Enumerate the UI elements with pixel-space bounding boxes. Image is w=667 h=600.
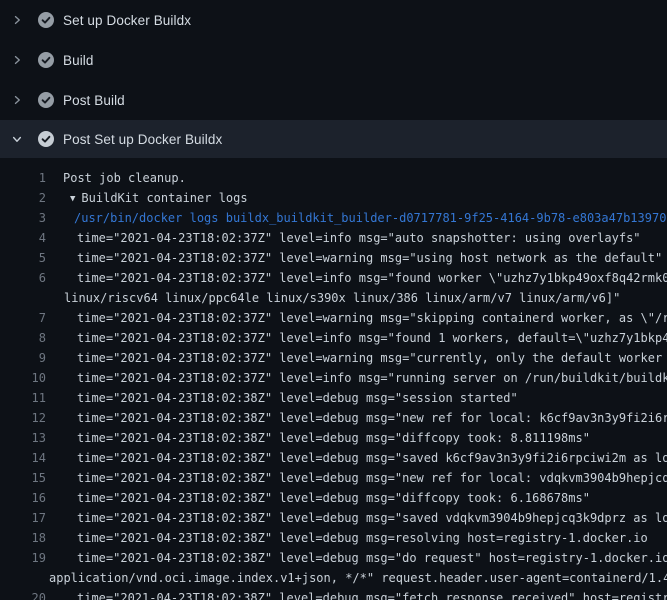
log-line-text: time="2021-04-23T18:02:37Z" level=warnin… [77, 308, 667, 328]
chevron-right-icon[interactable] [0, 40, 34, 80]
step-label: Set up Docker Buildx [63, 13, 191, 28]
check-circle-icon [38, 92, 54, 108]
check-circle-icon [38, 131, 54, 147]
log-line: 11 time="2021-04-23T18:02:38Z" level=debu… [0, 388, 667, 408]
chevron-right-icon[interactable] [0, 80, 34, 120]
chevron-down-icon[interactable] [0, 119, 34, 159]
log-line-number[interactable]: 18 [0, 528, 46, 548]
log-line-text: time="2021-04-23T18:02:37Z" level=info m… [77, 328, 667, 348]
log-line-number[interactable]: 8 [0, 328, 46, 348]
check-circle-icon [38, 52, 54, 68]
log-line-text: time="2021-04-23T18:02:38Z" level=debug … [77, 388, 518, 408]
step-label: Post Set up Docker Buildx [63, 132, 222, 147]
log-line-number[interactable]: 16 [0, 488, 46, 508]
group-expanded-caret-icon[interactable]: ▼ [70, 194, 75, 204]
log-line: 18 time="2021-04-23T18:02:38Z" level=debu… [0, 528, 667, 548]
log-line: 14 time="2021-04-23T18:02:38Z" level=debu… [0, 448, 667, 468]
step-label: Build [63, 53, 94, 68]
log-line: 16 time="2021-04-23T18:02:38Z" level=debu… [0, 488, 667, 508]
log-line-number[interactable]: 19 [0, 548, 46, 568]
log-line: 13 time="2021-04-23T18:02:38Z" level=debu… [0, 428, 667, 448]
log-line: linux/riscv64 linux/ppc64le linux/s390x … [0, 288, 667, 308]
log-line-text: application/vnd.oci.image.index.v1+json,… [49, 568, 667, 588]
log-line-number[interactable]: 13 [0, 428, 46, 448]
step-header-build[interactable]: Build [0, 40, 667, 80]
log-line-text: time="2021-04-23T18:02:37Z" level=warnin… [77, 348, 667, 368]
log-line-number[interactable]: 11 [0, 388, 46, 408]
log-line-number [0, 568, 46, 588]
log-line-number[interactable]: 20 [0, 588, 46, 600]
log-line-number[interactable]: 15 [0, 468, 46, 488]
log-line: 4 time="2021-04-23T18:02:37Z" level=info … [0, 228, 667, 248]
log-line-text: time="2021-04-23T18:02:38Z" level=debug … [77, 488, 590, 508]
log-line-number[interactable]: 14 [0, 448, 46, 468]
log-line-text: time="2021-04-23T18:02:38Z" level=debug … [77, 548, 667, 568]
log-line-text: time="2021-04-23T18:02:37Z" level=info m… [77, 228, 641, 248]
log-line: 8 time="2021-04-23T18:02:37Z" level=info … [0, 328, 667, 348]
log-line-text: time="2021-04-23T18:02:37Z" level=info m… [77, 268, 667, 288]
log-line: 7 time="2021-04-23T18:02:37Z" level=warni… [0, 308, 667, 328]
log-line: 17 time="2021-04-23T18:02:38Z" level=debu… [0, 508, 667, 528]
log-line: 2 ▼BuildKit container logs [0, 188, 667, 208]
log-line-text: linux/riscv64 linux/ppc64le linux/s390x … [64, 288, 620, 308]
log-line-number[interactable]: 9 [0, 348, 46, 368]
log-line: 20 time="2021-04-23T18:02:38Z" level=debu… [0, 588, 667, 600]
log-line: 5 time="2021-04-23T18:02:37Z" level=warni… [0, 248, 667, 268]
log-line: 10 time="2021-04-23T18:02:37Z" level=info… [0, 368, 667, 388]
log-line-number[interactable]: 17 [0, 508, 46, 528]
log-command-text: /usr/bin/docker logs buildx_buildkit_bui… [74, 208, 666, 228]
log-line-number[interactable]: 6 [0, 268, 46, 288]
log-line-text: time="2021-04-23T18:02:38Z" level=debug … [77, 588, 667, 600]
steps-list: Set up Docker Buildx Build Post Build Po… [0, 0, 667, 158]
log-line-number[interactable]: 10 [0, 368, 46, 388]
log-line-text: time="2021-04-23T18:02:38Z" level=debug … [77, 448, 667, 468]
check-circle-icon [38, 12, 54, 28]
log-line: 12 time="2021-04-23T18:02:38Z" level=debu… [0, 408, 667, 428]
log-line-text: time="2021-04-23T18:02:37Z" level=warnin… [77, 248, 662, 268]
log-line-text: time="2021-04-23T18:02:37Z" level=info m… [77, 368, 667, 388]
log-line-number [0, 288, 46, 308]
log-line-text: time="2021-04-23T18:02:38Z" level=debug … [77, 428, 590, 448]
log-line: 1 Post job cleanup. [0, 168, 667, 188]
log-line: 9 time="2021-04-23T18:02:37Z" level=warni… [0, 348, 667, 368]
log-line-text: Post job cleanup. [63, 168, 186, 188]
log-line-text: time="2021-04-23T18:02:38Z" level=debug … [77, 528, 648, 548]
log-line: 15 time="2021-04-23T18:02:38Z" level=debu… [0, 468, 667, 488]
step-header-post-build[interactable]: Post Build [0, 80, 667, 120]
log-line: 19 time="2021-04-23T18:02:38Z" level=debu… [0, 548, 667, 568]
log-line-number[interactable]: 7 [0, 308, 46, 328]
chevron-right-icon[interactable] [0, 0, 34, 40]
log-line-number[interactable]: 2 [0, 188, 46, 208]
log-line-text: time="2021-04-23T18:02:38Z" level=debug … [77, 508, 667, 528]
log-line: 6 time="2021-04-23T18:02:37Z" level=info … [0, 268, 667, 288]
log-line-number[interactable]: 1 [0, 168, 46, 188]
log-group-toggle[interactable]: ▼BuildKit container logs [70, 188, 248, 208]
log-line-number[interactable]: 12 [0, 408, 46, 428]
log-line: application/vnd.oci.image.index.v1+json,… [0, 568, 667, 588]
step-header-setup-docker-buildx[interactable]: Set up Docker Buildx [0, 0, 667, 40]
log-line-number[interactable]: 3 [0, 208, 46, 228]
log-line: 3/usr/bin/docker logs buildx_buildkit_bu… [0, 208, 667, 228]
log-viewer: 1 Post job cleanup. 2 ▼BuildKit container l… [0, 158, 667, 600]
log-line-text: time="2021-04-23T18:02:38Z" level=debug … [77, 408, 667, 428]
log-line-text: time="2021-04-23T18:02:38Z" level=debug … [77, 468, 667, 488]
log-line-number[interactable]: 5 [0, 248, 46, 268]
log-line-number[interactable]: 4 [0, 228, 46, 248]
step-label: Post Build [63, 93, 125, 108]
step-header-post-setup-docker-buildx[interactable]: Post Set up Docker Buildx [0, 120, 667, 158]
